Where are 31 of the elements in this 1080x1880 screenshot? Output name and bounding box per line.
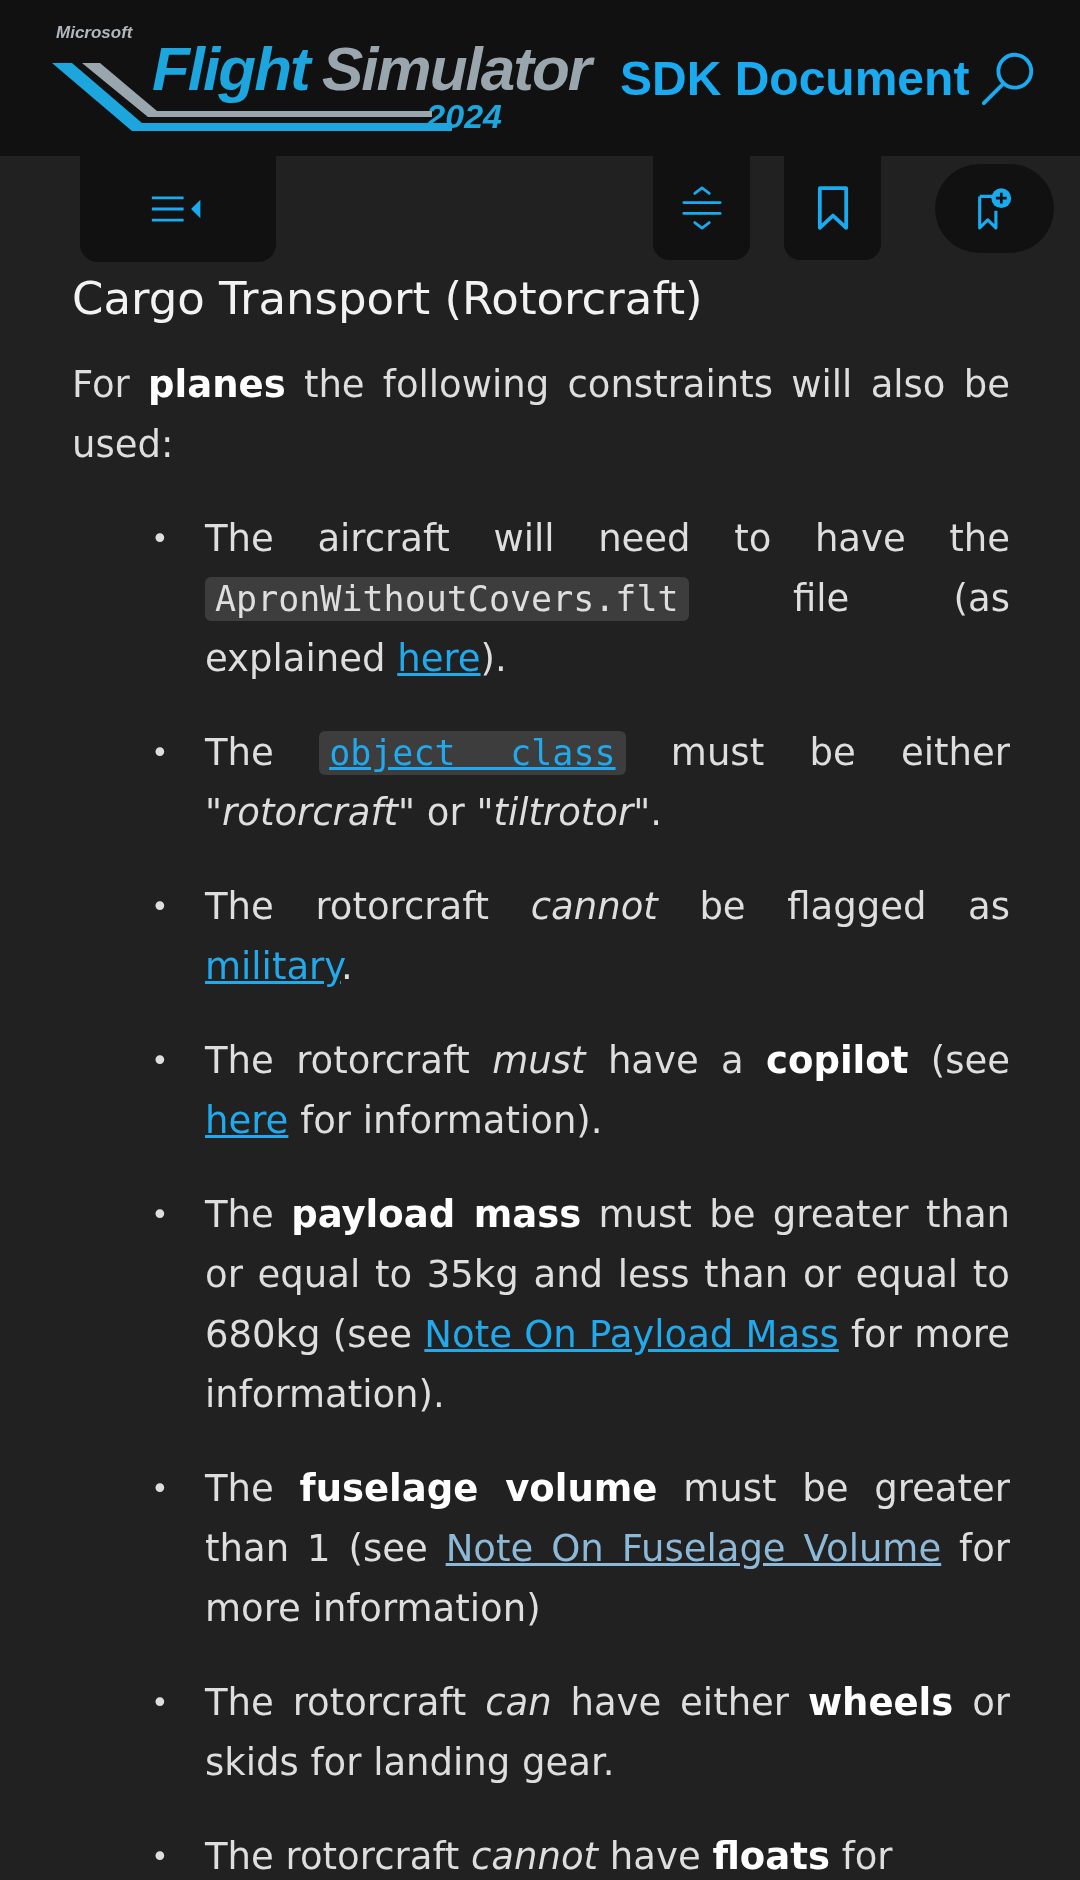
- link[interactable]: here: [397, 637, 481, 680]
- list-item-text: The rotorcraft can have either wheels or skids for landing gear.: [205, 1680, 1010, 1786]
- link[interactable]: Note On Payload Mass: [424, 1313, 839, 1356]
- list-item-text: The rotorcraft cannot have floats for: [205, 1834, 894, 1880]
- add-bookmark-icon: [976, 186, 1013, 231]
- link[interactable]: military: [205, 945, 341, 988]
- link[interactable]: here: [205, 1099, 289, 1142]
- list-item-text: The aircraft will need to have the ApronWithoutCovers.flt file (as explained here).: [205, 516, 1010, 682]
- code-text: ApronWithoutCovers.flt: [205, 577, 689, 621]
- bullet-marker: •: [151, 1196, 170, 1234]
- list-item-text: The rotorcraft must have a copilot (see here for information).: [205, 1038, 1010, 1144]
- logo-brand: Microsoft: [56, 23, 133, 43]
- link[interactable]: Note On Fuselage Volume: [445, 1527, 942, 1570]
- list-item-text: The rotorcraft cannot be flagged as military.: [205, 884, 1010, 990]
- intro-text: For planes the following constraints will also be used:: [72, 362, 1010, 468]
- bullet-marker: •: [151, 1470, 170, 1508]
- site-title: SDK Document: [620, 51, 970, 105]
- expand-collapse-icon: [681, 186, 722, 230]
- bullet-marker: •: [151, 734, 170, 772]
- bookmark-icon: [816, 185, 849, 231]
- bullet-marker: •: [151, 520, 170, 558]
- bullet-marker: •: [151, 1838, 170, 1876]
- bookmark-button[interactable]: [784, 156, 881, 260]
- page-heading: Cargo Transport (Rotorcraft): [72, 272, 704, 325]
- list-item-text: The fuselage volume must be greater than 1 (see Note On Fuselage Volume for more information): [205, 1466, 1010, 1632]
- bullet-marker: •: [151, 1042, 170, 1080]
- bullet-marker: •: [151, 1684, 170, 1722]
- list-item-text: The payload mass must be greater than or equal to 35kg and less than or equal to 680kg (see Note On Payload Mass for more information).: [205, 1192, 1010, 1418]
- list-item-text: The object class must be either "rotorcraft" or "tiltrotor".: [205, 730, 1010, 836]
- expand-button[interactable]: [653, 156, 750, 260]
- bullet-marker: •: [151, 888, 170, 926]
